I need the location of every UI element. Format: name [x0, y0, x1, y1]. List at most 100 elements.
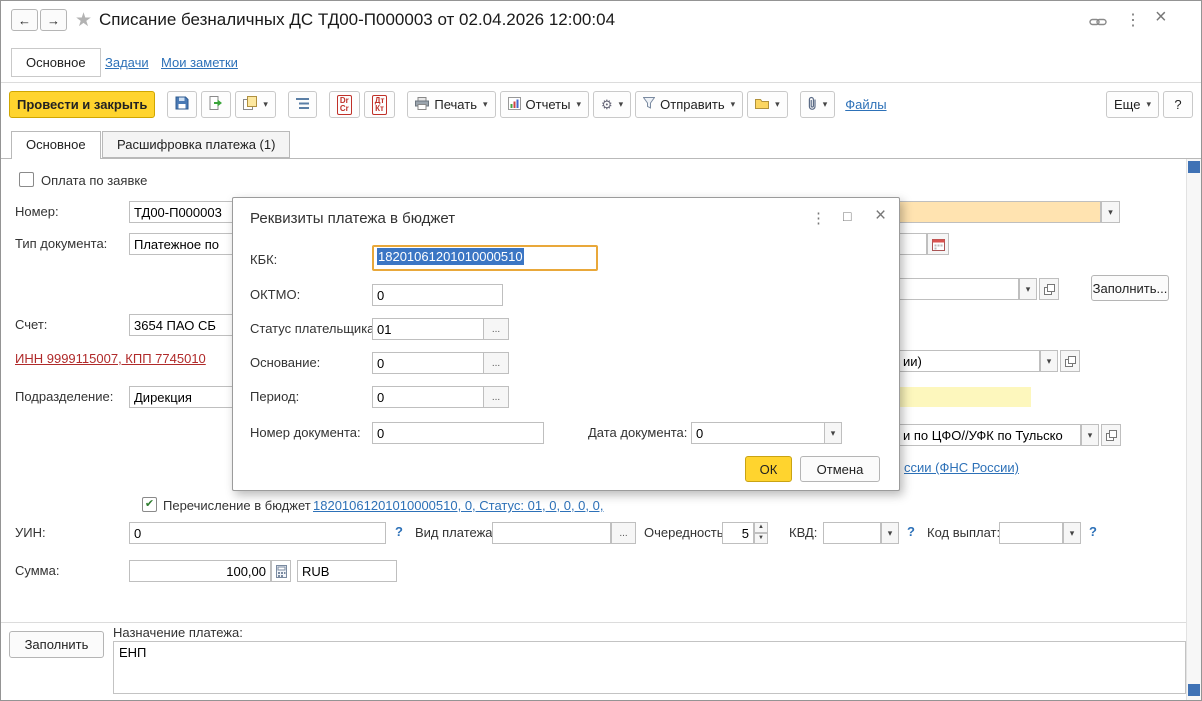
organization-dropdown-button[interactable]: ▾ — [1040, 350, 1058, 372]
more-button[interactable]: Еще ▾ — [1106, 91, 1159, 118]
favorite-star-icon[interactable]: ★ — [75, 9, 92, 32]
send-button[interactable]: Отправить ▾ — [635, 91, 743, 118]
spin-up-icon[interactable]: ▲ — [754, 522, 768, 533]
save-button[interactable] — [167, 91, 197, 118]
dialog-menu-icon[interactable]: ⋮ — [811, 209, 826, 227]
calculator-button[interactable] — [271, 560, 291, 582]
register-dtkt-button[interactable]: ДтКт — [364, 91, 396, 118]
organization-open-button[interactable] — [1060, 350, 1080, 372]
uin-help-icon[interactable]: ? — [395, 524, 403, 539]
payout-code-dropdown-button[interactable]: ▾ — [1063, 522, 1081, 544]
budget-transfer-checkbox[interactable]: ✔ — [142, 497, 157, 512]
currency-input[interactable] — [297, 560, 397, 582]
fns-link[interactable]: ссии (ФНС России) — [904, 460, 1019, 475]
treasury-open-button[interactable] — [1101, 424, 1121, 446]
dialog-close-icon[interactable]: × — [875, 205, 886, 227]
files-link[interactable]: Файлы — [845, 97, 886, 112]
calendar-button[interactable] — [927, 233, 949, 255]
dropdown-icon: ▾ — [576, 99, 581, 110]
scroll-up-button[interactable] — [1188, 161, 1200, 173]
settings-button[interactable]: ⚙ ▾ — [593, 91, 631, 118]
nav-tab-main[interactable]: Основное — [11, 48, 101, 77]
period-select-button[interactable]: ... — [483, 386, 509, 408]
contractor-dropdown-button[interactable]: ▾ — [1019, 278, 1037, 300]
reports-button[interactable]: Отчеты ▾ — [500, 91, 589, 118]
save-and-post-button[interactable] — [201, 91, 231, 118]
account-input[interactable] — [129, 314, 233, 336]
priority-stepper[interactable]: ▲ ▼ — [754, 522, 768, 544]
uin-input[interactable] — [129, 522, 386, 544]
kvd-dropdown-button[interactable]: ▾ — [881, 522, 899, 544]
dialog-ok-button[interactable]: ОК — [745, 456, 792, 482]
number-input[interactable] — [129, 201, 233, 223]
gear-icon: ⚙ — [601, 97, 613, 113]
inn-kpp-link[interactable]: ИНН 9999115007, КПП 7745010 — [15, 351, 206, 366]
department-input[interactable] — [129, 386, 233, 408]
open-icon — [1065, 356, 1076, 367]
tab-main[interactable]: Основное — [11, 131, 101, 159]
kbk-input[interactable]: 18201061201010000510 — [372, 245, 598, 271]
back-button[interactable]: ← — [11, 9, 38, 31]
print-button[interactable]: Печать ▾ — [407, 91, 495, 118]
oktmo-label: ОКТМО: — [250, 287, 300, 302]
help-button[interactable]: ? — [1163, 91, 1193, 118]
doc-number-input[interactable] — [372, 422, 544, 444]
contractor-open-button[interactable] — [1039, 278, 1059, 300]
create-based-on-button[interactable]: ▾ — [235, 91, 276, 118]
kvd-combo[interactable] — [823, 522, 881, 544]
treasury-combo[interactable] — [898, 424, 1081, 446]
period-input[interactable] — [372, 386, 484, 408]
oktmo-input[interactable] — [372, 284, 503, 306]
doc-type-input[interactable] — [129, 233, 233, 255]
payout-code-help-icon[interactable]: ? — [1089, 524, 1097, 539]
payer-status-select-button[interactable]: ... — [483, 318, 509, 340]
doc-date-input[interactable] — [691, 422, 825, 444]
window-close-icon[interactable]: × — [1155, 6, 1167, 29]
get-link-icon[interactable] — [1089, 14, 1107, 32]
dropdown-icon: ▾ — [831, 428, 836, 439]
fill-right-button[interactable]: Заполнить... — [1091, 275, 1169, 301]
payment-kind-select-button[interactable]: ... — [611, 522, 636, 544]
nav-link-tasks[interactable]: Задачи — [105, 55, 149, 70]
kvd-help-icon[interactable]: ? — [907, 524, 915, 539]
payer-status-input[interactable] — [372, 318, 484, 340]
structure-list-button[interactable] — [288, 91, 317, 118]
basis-select-button[interactable]: ... — [483, 352, 509, 374]
spin-down-icon[interactable]: ▼ — [754, 533, 768, 544]
vertical-scrollbar[interactable] — [1186, 159, 1202, 700]
payout-code-combo[interactable] — [999, 522, 1063, 544]
scroll-down-button[interactable] — [1188, 684, 1200, 696]
purpose-label: Назначение платежа: — [113, 625, 243, 640]
edo-button[interactable]: ▾ — [747, 91, 788, 118]
treasury-dropdown-button[interactable]: ▾ — [1081, 424, 1099, 446]
budget-details-link[interactable]: 18201061201010000510, 0, Статус: 01, 0, … — [313, 498, 603, 513]
app-window: ← → ★ Списание безналичных ДС ТД00-П0000… — [0, 0, 1202, 701]
dropdown-icon: ▾ — [1070, 528, 1075, 539]
register-drcr-button[interactable]: DrCr — [329, 91, 360, 118]
tab-payment-decode[interactable]: Расшифровка платежа (1) — [102, 131, 290, 158]
fill-purpose-button[interactable]: Заполнить — [9, 631, 104, 658]
operation-kind-dropdown-button[interactable]: ▾ — [1101, 201, 1120, 223]
payment-kind-input[interactable] — [492, 522, 611, 544]
payment-by-request-checkbox[interactable] — [19, 172, 34, 187]
dropdown-icon: ▾ — [1026, 284, 1031, 295]
highlighted-field[interactable] — [898, 387, 1031, 407]
amount-input[interactable] — [129, 560, 271, 582]
payment-by-request-label: Оплата по заявке — [41, 173, 147, 188]
post-and-close-button[interactable]: Провести и закрыть — [9, 91, 155, 118]
purpose-textarea[interactable]: ЕНП — [113, 641, 1186, 694]
priority-input[interactable] — [722, 522, 754, 544]
organization-combo[interactable] — [898, 350, 1040, 372]
basis-input[interactable] — [372, 352, 484, 374]
dialog-maximize-icon[interactable]: □ — [843, 208, 851, 224]
dialog-cancel-button[interactable]: Отмена — [800, 456, 880, 482]
attachments-button[interactable]: ▾ — [800, 91, 836, 118]
forward-button[interactable]: → — [40, 9, 67, 31]
dropdown-icon: ▾ — [1108, 207, 1113, 218]
dtkt-icon: ДтКт — [372, 95, 388, 115]
doc-date-dropdown-button[interactable]: ▾ — [824, 422, 842, 444]
open-icon — [1106, 430, 1117, 441]
window-menu-icon[interactable]: ⋮ — [1125, 10, 1141, 30]
nav-link-notes[interactable]: Мои заметки — [161, 55, 238, 70]
calendar-icon — [932, 238, 945, 251]
